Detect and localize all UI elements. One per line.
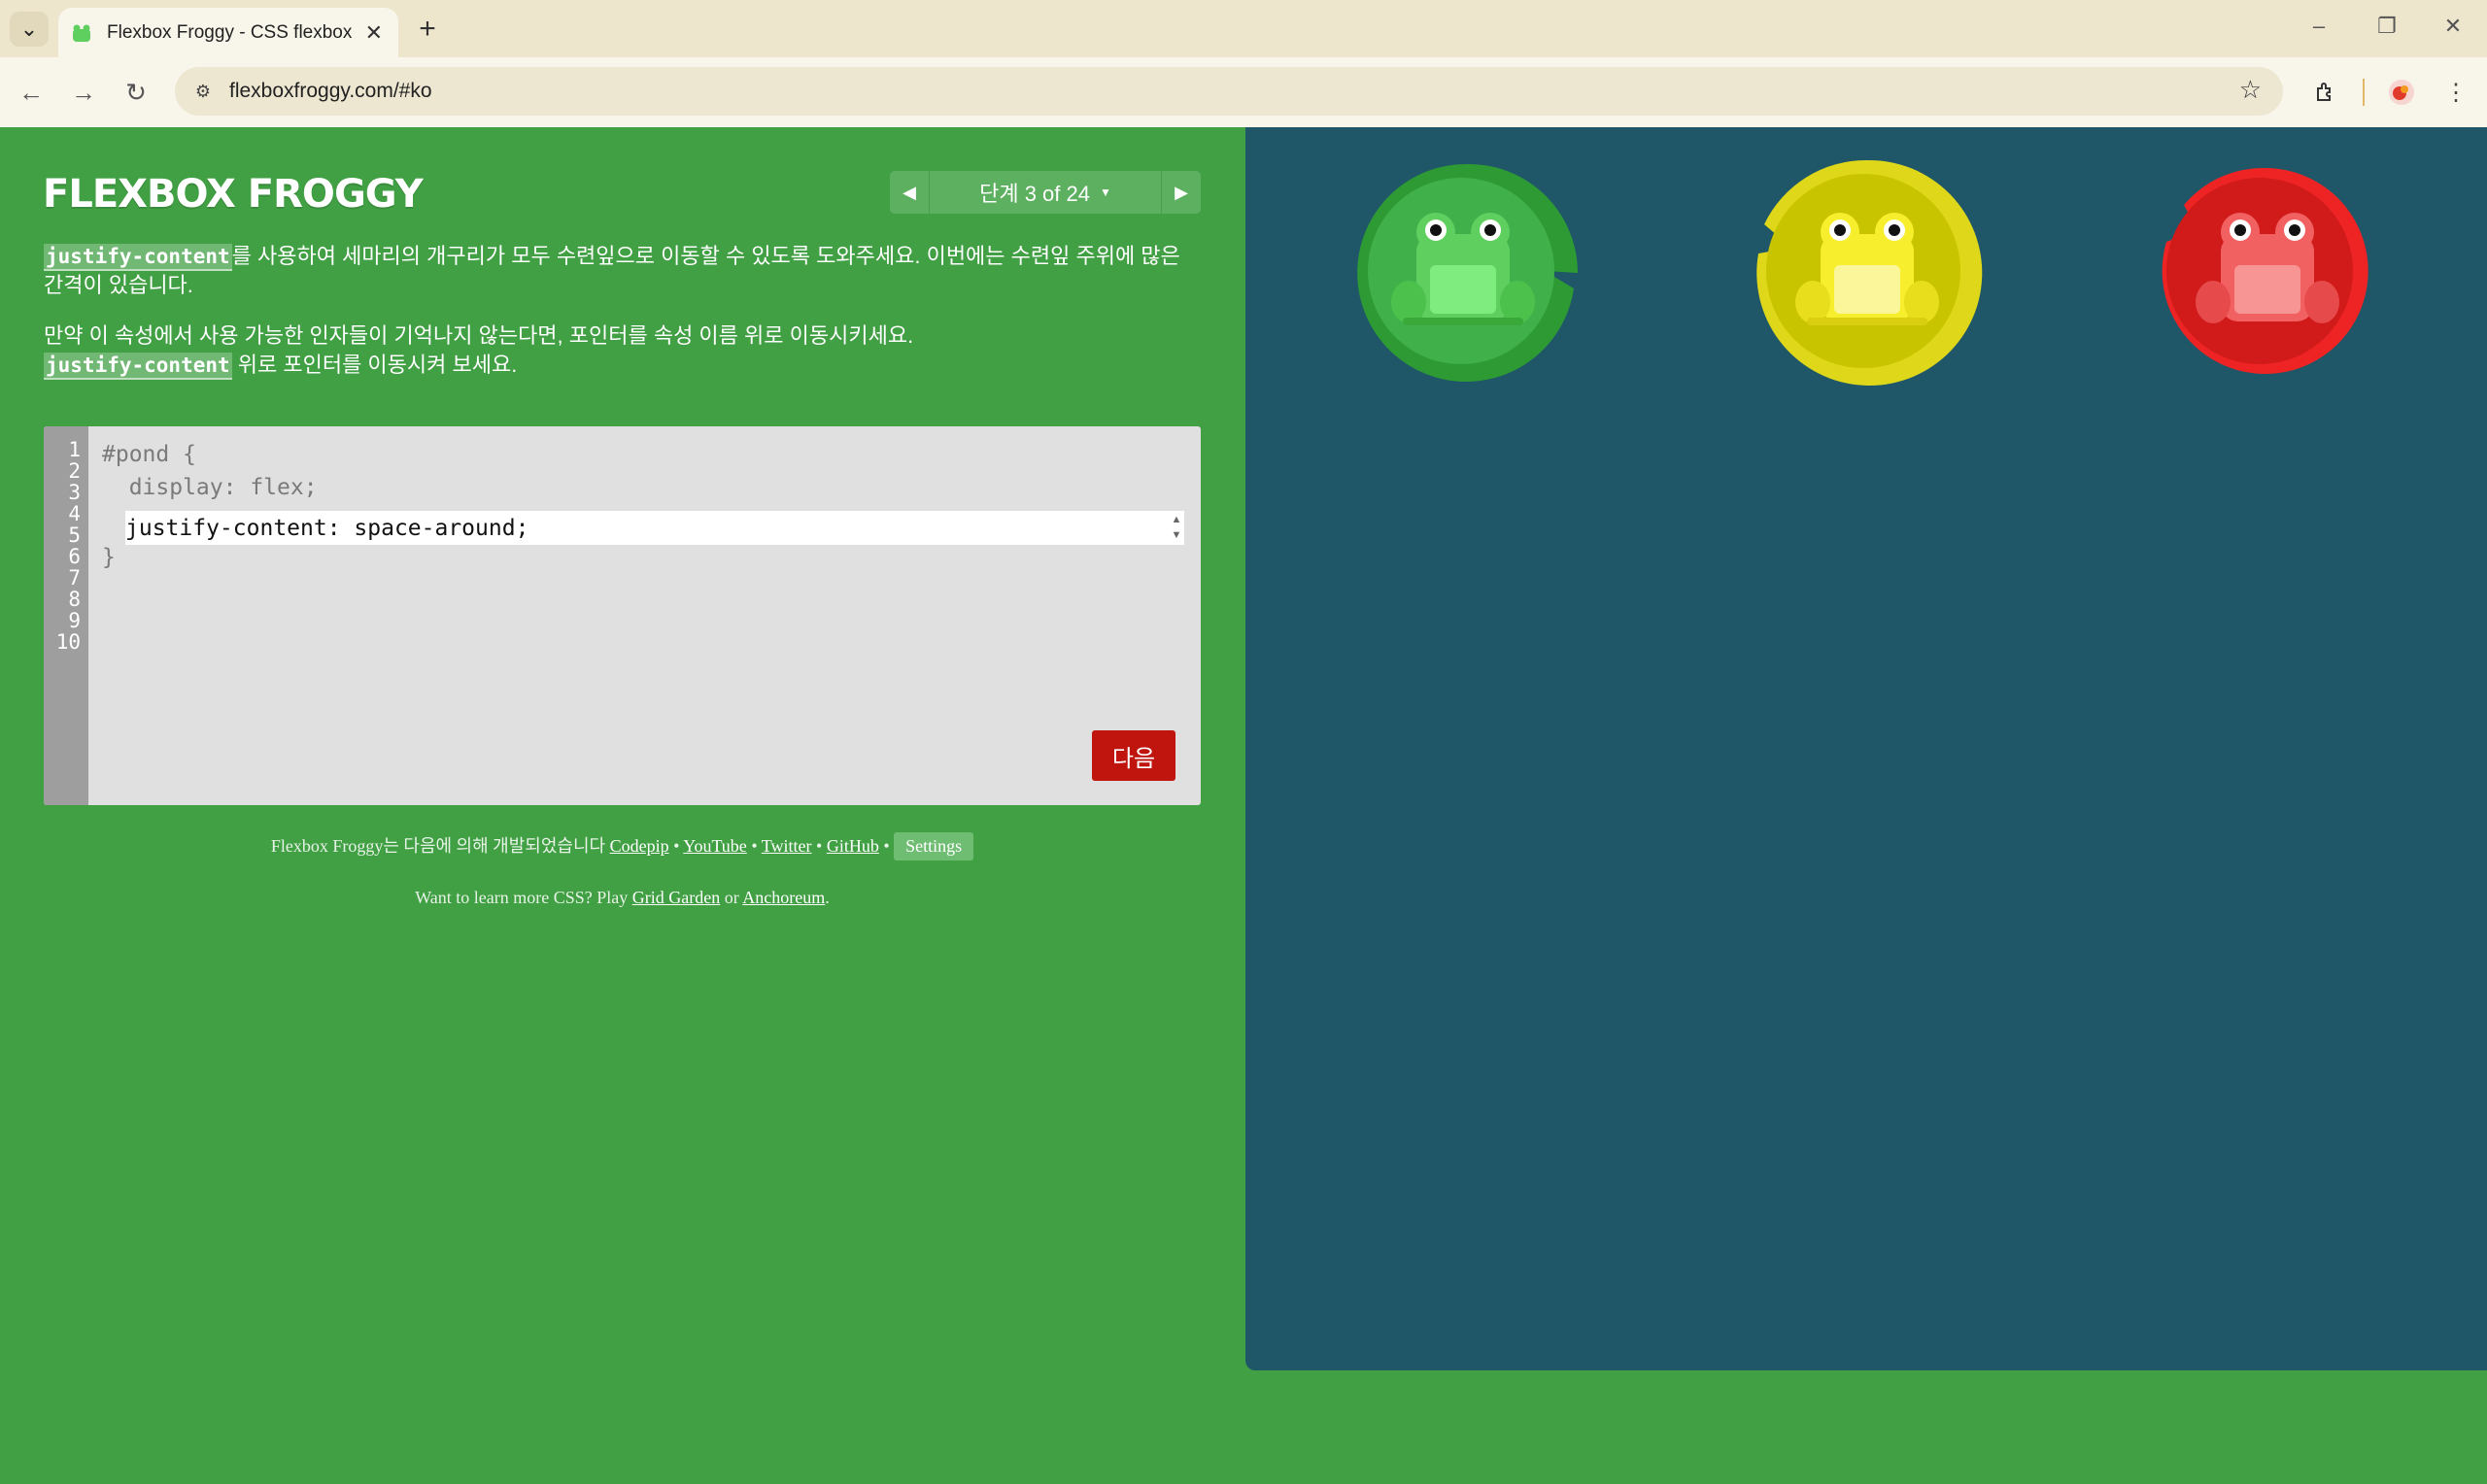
codepip-link[interactable]: Codepip	[610, 836, 669, 856]
line-number: 8	[68, 588, 81, 611]
separator: •	[811, 836, 827, 856]
star-icon[interactable]: ☆	[2239, 75, 2262, 105]
instruction-paragraph-2: 만약 이 속성에서 사용 가능한 인자들이 기억나지 않는다면, 포인터를 속성…	[44, 321, 1200, 380]
toolbar-divider	[2363, 79, 2365, 106]
url-text[interactable]: flexboxfroggy.com/#ko	[229, 80, 432, 103]
yellow-lilypad-with-frog	[1756, 159, 1983, 386]
level-navigation: ◀ 단계 3 of 24 ▼ ▶	[890, 171, 1201, 214]
browser-toolbar: ← → ↻ ⚙ flexboxfroggy.com/#ko ☆ ⋮	[0, 57, 2487, 128]
tab-title: Flexbox Froggy - CSS flexbox	[107, 21, 353, 43]
settings-button[interactable]: Settings	[894, 832, 974, 860]
separator: •	[878, 836, 895, 856]
close-icon[interactable]: ✕	[365, 20, 383, 46]
previous-level-button[interactable]: ◀	[890, 171, 930, 214]
next-button[interactable]: 다음	[1092, 730, 1175, 781]
anchoreum-link[interactable]: Anchoreum	[742, 888, 825, 907]
next-level-button[interactable]: ▶	[1161, 171, 1201, 214]
red-lilypad-with-frog	[2162, 167, 2368, 374]
back-icon[interactable]: ←	[14, 75, 49, 110]
learn-period: .	[825, 888, 830, 907]
youtube-link[interactable]: YouTube	[683, 836, 747, 856]
restore-icon[interactable]: ❐	[2372, 14, 2402, 39]
css-editor: 1 2 3 4 5 6 7 8 9 10 #pond { display: fl…	[44, 426, 1201, 805]
site-info-icon[interactable]: ⚙	[188, 77, 218, 106]
learn-more: Want to learn more CSS? Play Grid Garden…	[44, 888, 1201, 908]
line-number: 4	[68, 502, 81, 525]
code-line-4: }	[102, 545, 116, 570]
forward-icon[interactable]: →	[66, 75, 101, 110]
level-indicator[interactable]: 단계 3 of 24 ▼	[929, 171, 1162, 214]
plus-icon[interactable]: +	[412, 13, 443, 45]
line-number: 2	[68, 459, 81, 483]
instruction-paragraph-1: justify-content를 사용하여 세마리의 개구리가 모두 수련잎으로…	[44, 242, 1200, 300]
level-label: 단계 3 of 24	[979, 182, 1090, 206]
line-number-gutter: 1 2 3 4 5 6 7 8 9 10	[44, 426, 88, 805]
profile-avatar-icon[interactable]	[2384, 75, 2419, 110]
twitter-link[interactable]: Twitter	[762, 836, 812, 856]
line-number: 6	[68, 545, 81, 568]
css-input-value[interactable]: justify-content: space-around;	[125, 516, 528, 541]
textarea-scroll-arrows-icon[interactable]: ▲ ▼	[1169, 512, 1184, 545]
pond	[1245, 127, 2487, 1370]
credit-prefix: Flexbox Froggy는 다음에 의해 개발되었습니다	[270, 836, 610, 856]
tab-strip: ⌄ Flexbox Froggy - CSS flexbox ✕ + – ❐ ✕	[0, 0, 2487, 57]
line-number: 9	[68, 609, 81, 632]
page: FLEXBOX FROGGY ◀ 단계 3 of 24 ▼ ▶ justify-…	[0, 127, 2487, 1484]
tab-list-icon[interactable]: ⌄	[10, 12, 49, 47]
grid-garden-link[interactable]: Grid Garden	[632, 888, 720, 907]
instructions: justify-content를 사용하여 세마리의 개구리가 모두 수련잎으로…	[44, 242, 1200, 401]
minimize-icon[interactable]: –	[2304, 14, 2334, 39]
line-number: 3	[68, 481, 81, 504]
instruction-text-2: 만약 이 속성에서 사용 가능한 인자들이 기억나지 않는다면, 포인터를 속성…	[44, 323, 914, 348]
line-number: 7	[68, 566, 81, 590]
line-number: 10	[55, 630, 81, 654]
credits: Flexbox Froggy는 다음에 의해 개발되었습니다 Codepip •…	[44, 832, 1201, 860]
caret-down-icon: ▼	[1099, 186, 1111, 199]
keyword-justify-content[interactable]: justify-content	[44, 244, 232, 271]
window-close-icon[interactable]: ✕	[2438, 14, 2468, 39]
learn-prefix: Want to learn more CSS? Play	[415, 888, 632, 907]
keyword-justify-content[interactable]: justify-content	[44, 353, 232, 380]
browser-tab[interactable]: Flexbox Froggy - CSS flexbox ✕	[58, 8, 398, 57]
favicon-frog-icon	[70, 21, 93, 45]
code-line-1: #pond {	[102, 442, 196, 467]
css-input-field[interactable]: justify-content: space-around;	[125, 511, 1184, 545]
reload-icon[interactable]: ↻	[119, 75, 153, 110]
line-number: 1	[68, 438, 81, 461]
address-bar[interactable]: ⚙ flexboxfroggy.com/#ko ☆	[175, 67, 2283, 116]
line-number: 5	[68, 523, 81, 547]
code-line-2: display: flex;	[102, 475, 318, 500]
extensions-icon[interactable]	[2308, 75, 2343, 110]
menu-dots-icon[interactable]: ⋮	[2438, 75, 2473, 110]
github-link[interactable]: GitHub	[827, 836, 879, 856]
separator: •	[746, 836, 762, 856]
logo: FLEXBOX FROGGY	[43, 172, 424, 217]
instruction-text-3: 위로 포인터를 이동시켜 보세요.	[231, 353, 518, 377]
learn-or: or	[720, 888, 743, 907]
separator: •	[668, 836, 684, 856]
green-lilypad-with-frog	[1357, 163, 1578, 382]
